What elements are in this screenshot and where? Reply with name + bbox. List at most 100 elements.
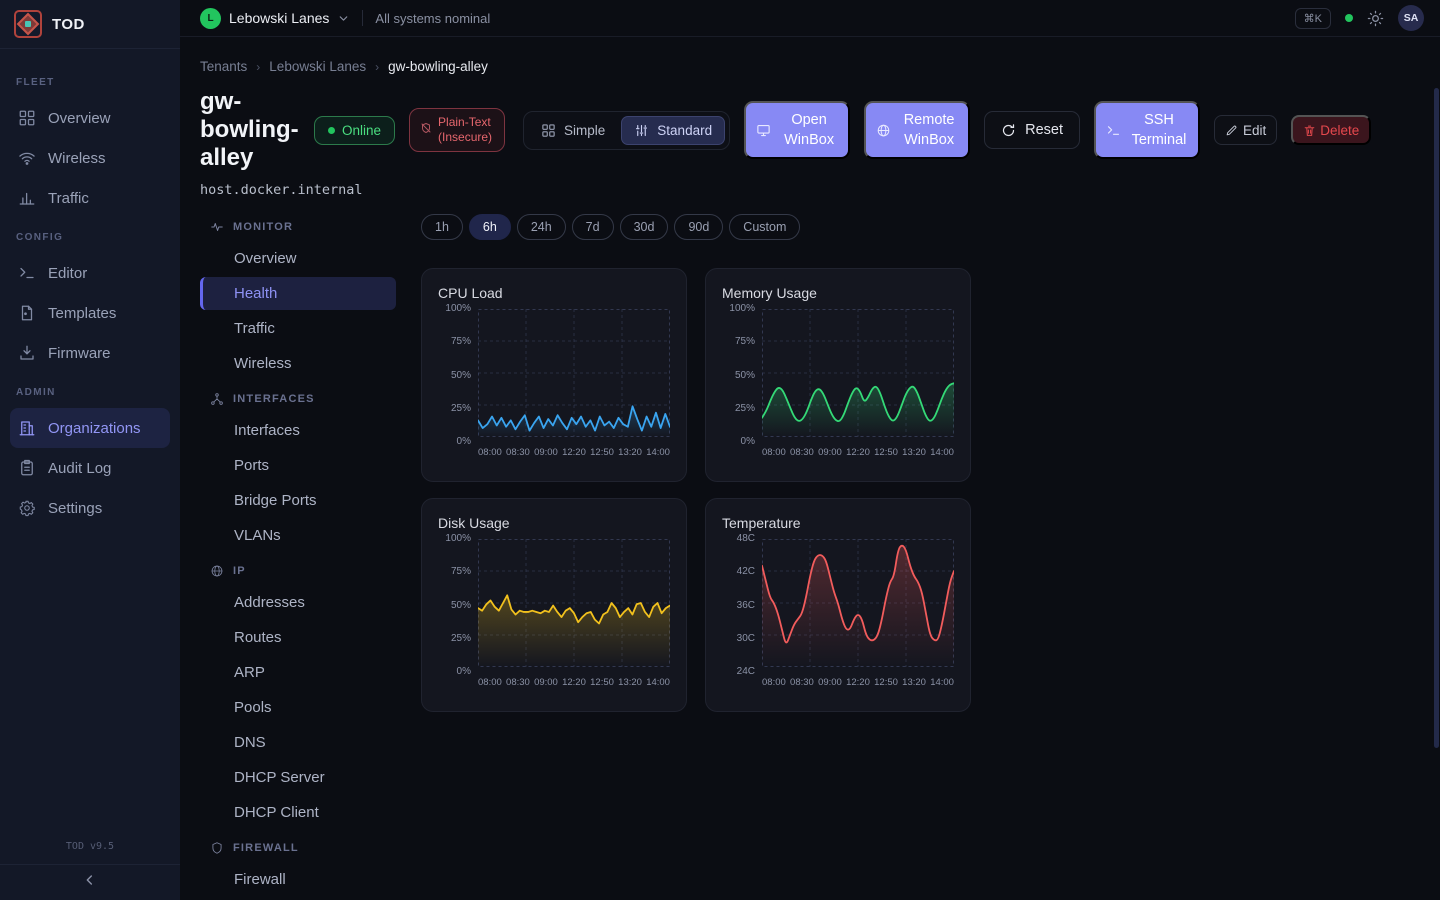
subnav-item-vlans[interactable]: VLANs xyxy=(200,519,396,552)
time-range-24h[interactable]: 24h xyxy=(517,214,566,240)
sidebar-item-label: Settings xyxy=(48,500,102,517)
time-range-6h[interactable]: 6h xyxy=(469,214,511,240)
sidebar-item-overview[interactable]: Overview xyxy=(10,98,170,138)
tenant-switcher[interactable]: L Lebowski Lanes xyxy=(200,8,350,29)
terminal-icon xyxy=(18,264,36,282)
tod-logo-icon xyxy=(14,10,42,38)
subnav-item-dhcp-server[interactable]: DHCP Server xyxy=(200,761,396,794)
subnav-item-addresses[interactable]: Addresses xyxy=(200,586,396,619)
open-winbox-button[interactable]: Open WinBox xyxy=(744,101,850,159)
breadcrumb-tenants[interactable]: Tenants xyxy=(200,59,247,74)
chart-plot-disk-usage xyxy=(478,539,670,672)
chart-card-memory-usage: Memory Usage100%75%50%25%0% 08:0008:3009… xyxy=(705,268,971,482)
sidebar-section-label: ADMIN xyxy=(10,373,170,408)
trash-icon xyxy=(1303,124,1316,137)
theme-sun-icon[interactable] xyxy=(1367,10,1384,27)
sidebar-item-organizations[interactable]: Organizations xyxy=(10,408,170,448)
reset-button[interactable]: Reset xyxy=(984,111,1080,149)
subnav-item-dns[interactable]: DNS xyxy=(200,726,396,759)
main-column: L Lebowski Lanes All systems nominal ⌘K … xyxy=(180,0,1440,900)
sidebar-item-firmware[interactable]: Firmware xyxy=(10,333,170,373)
sidebar-item-audit-log[interactable]: Audit Log xyxy=(10,448,170,488)
time-range-1h[interactable]: 1h xyxy=(421,214,463,240)
view-mode-toggle: Simple Standard xyxy=(523,111,730,150)
remote-winbox-button[interactable]: Remote WinBox xyxy=(864,101,970,159)
content: Tenants › Lebowski Lanes › gw-bowling-al… xyxy=(180,37,1440,900)
view-mode-simple[interactable]: Simple xyxy=(528,116,618,145)
breadcrumb-current: gw-bowling-alley xyxy=(388,59,488,74)
ssh-terminal-button[interactable]: SSH Terminal xyxy=(1094,101,1200,159)
sidebar-item-templates[interactable]: Templates xyxy=(10,293,170,333)
subnav-item-dhcp-client[interactable]: DHCP Client xyxy=(200,796,396,829)
sidebar-item-label: Overview xyxy=(48,110,111,127)
monitor-icon xyxy=(756,123,771,138)
chart-card-disk-usage: Disk Usage100%75%50%25%0% 08:0008:3009:0… xyxy=(421,498,687,712)
breadcrumb-separator: › xyxy=(375,60,379,74)
grid-icon xyxy=(18,109,36,127)
sidebar-item-editor[interactable]: Editor xyxy=(10,253,170,293)
chart-card-cpu-load: CPU Load100%75%50%25%0% 08:0008:3009:001… xyxy=(421,268,687,482)
y-axis-labels: 100%75%50%25%0% xyxy=(436,304,478,447)
delete-button[interactable]: Delete xyxy=(1291,115,1371,145)
subnav-section-label: MONITOR xyxy=(200,210,396,240)
subnav-item-health[interactable]: Health xyxy=(200,277,396,310)
clipboard-icon xyxy=(18,459,36,477)
breadcrumb-tenant[interactable]: Lebowski Lanes xyxy=(269,59,366,74)
sidebar-section: ADMINOrganizations Audit Log Settings xyxy=(10,373,170,528)
sidebar-collapse-button[interactable] xyxy=(0,864,180,900)
edit-button[interactable]: Edit xyxy=(1214,115,1277,145)
page-scrollbar xyxy=(1434,42,1439,894)
time-range-custom[interactable]: Custom xyxy=(729,214,800,240)
tenant-name: Lebowski Lanes xyxy=(229,10,329,26)
subnav-item-ports[interactable]: Ports xyxy=(200,449,396,482)
subnav-item-bridge-ports[interactable]: Bridge Ports xyxy=(200,484,396,517)
device-host: host.docker.internal xyxy=(200,172,1416,208)
y-axis-labels: 48C42C36C30C24C xyxy=(720,534,762,677)
subnav-item-traffic[interactable]: Traffic xyxy=(200,312,396,345)
time-range-30d[interactable]: 30d xyxy=(620,214,669,240)
sidebar-item-label: Firmware xyxy=(48,345,111,362)
device-title: gw-bowling-alley xyxy=(200,88,300,172)
x-axis-labels: 08:0008:3009:0012:2012:5013:2014:00 xyxy=(478,677,670,688)
y-axis-labels: 100%75%50%25%0% xyxy=(720,304,762,447)
time-range-7d[interactable]: 7d xyxy=(572,214,614,240)
online-status-badge: Online xyxy=(314,116,395,145)
view-mode-standard[interactable]: Standard xyxy=(621,116,725,145)
command-palette-shortcut[interactable]: ⌘K xyxy=(1295,8,1331,29)
chart-title: Disk Usage xyxy=(436,515,672,531)
chevron-left-icon xyxy=(82,872,98,893)
tenant-avatar: L xyxy=(200,8,221,29)
subnav-item-wireless[interactable]: Wireless xyxy=(200,347,396,380)
sidebar-item-label: Templates xyxy=(48,305,116,322)
time-range-90d[interactable]: 90d xyxy=(674,214,723,240)
activity-icon xyxy=(210,220,224,234)
gear-icon xyxy=(18,499,36,517)
building-icon xyxy=(18,419,36,437)
sidebar-nav: FLEETOverviewWirelessTrafficCONFIGEditor… xyxy=(0,49,180,831)
user-avatar[interactable]: SA xyxy=(1398,5,1424,31)
subnav-item-pools[interactable]: Pools xyxy=(200,691,396,724)
security-warning-badge: Plain-Text (Insecure) xyxy=(409,108,505,152)
topbar-divider xyxy=(362,10,363,26)
connection-status-dot xyxy=(1345,14,1353,22)
chart-title: Temperature xyxy=(720,515,956,531)
sidebar-item-settings[interactable]: Settings xyxy=(10,488,170,528)
globe-icon xyxy=(876,123,891,138)
sidebar-item-label: Audit Log xyxy=(48,460,111,477)
chart-title: CPU Load xyxy=(436,285,672,301)
subnav-item-interfaces[interactable]: Interfaces xyxy=(200,414,396,447)
sidebar: TOD FLEETOverviewWirelessTrafficCONFIGEd… xyxy=(0,0,180,900)
download-icon xyxy=(18,344,36,362)
subnav-section-label: IP xyxy=(200,554,396,584)
subnav-item-overview[interactable]: Overview xyxy=(200,242,396,275)
subnav-item-firewall[interactable]: Firewall xyxy=(200,863,396,896)
sidebar-item-wireless[interactable]: Wireless xyxy=(10,138,170,178)
subnav-item-arp[interactable]: ARP xyxy=(200,656,396,689)
sidebar-item-traffic[interactable]: Traffic xyxy=(10,178,170,218)
scrollbar-thumb[interactable] xyxy=(1434,88,1439,748)
network-icon xyxy=(210,392,224,406)
sidebar-section: FLEETOverviewWirelessTraffic xyxy=(10,63,170,218)
chart-plot-memory-usage xyxy=(762,309,954,442)
file-icon xyxy=(18,304,36,322)
subnav-item-routes[interactable]: Routes xyxy=(200,621,396,654)
